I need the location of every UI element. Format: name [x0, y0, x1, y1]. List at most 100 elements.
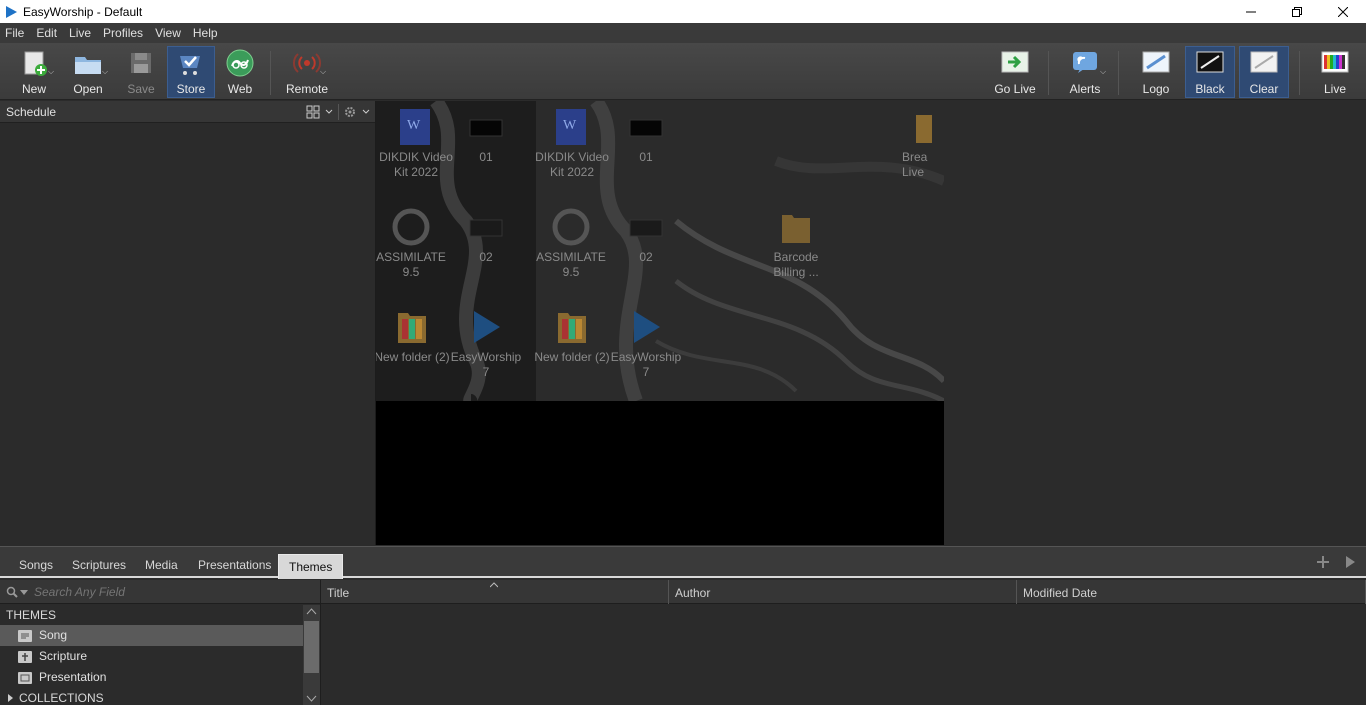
- column-headers: Title Author Modified Date: [321, 580, 1366, 604]
- gear-icon[interactable]: [343, 105, 357, 119]
- schedule-title: Schedule: [6, 104, 57, 119]
- library-tab-bar: Songs Scriptures Media Presentations The…: [0, 546, 1366, 579]
- scroll-up-icon[interactable]: [303, 605, 320, 619]
- folder-icon: [392, 307, 432, 347]
- desktop-capture-image: W DIKDIK Video Kit 2022 01 W DIKDIK Vide…: [376, 101, 944, 401]
- black-file-icon: [466, 107, 506, 147]
- folder-icon: [552, 307, 592, 347]
- clear-button[interactable]: Clear: [1239, 46, 1289, 98]
- new-dropdown-caret-icon[interactable]: ⌵: [48, 67, 54, 77]
- tree-item-presentation[interactable]: Presentation: [0, 667, 303, 688]
- tab-scriptures[interactable]: Scriptures: [72, 556, 126, 578]
- store-label: Store: [176, 82, 206, 96]
- alerts-button[interactable]: ⌵ Alerts: [1060, 47, 1110, 97]
- search-options-caret-icon[interactable]: [20, 588, 28, 596]
- easyworship-icon: [466, 307, 506, 347]
- tab-presentations[interactable]: Presentations: [198, 556, 271, 578]
- library-tree: THEMES Song Scripture Presentation COLLE…: [0, 605, 303, 705]
- open-dropdown-caret-icon[interactable]: ⌵: [102, 67, 108, 77]
- easyworship-icon: [626, 307, 666, 347]
- close-button[interactable]: [1320, 0, 1366, 23]
- restore-icon: [1292, 6, 1302, 17]
- video-kit-icon: W: [552, 107, 592, 147]
- desktop-shortcut: 02: [606, 207, 686, 265]
- tree-item-scripture[interactable]: Scripture: [0, 646, 303, 667]
- black-button[interactable]: Black: [1185, 46, 1235, 98]
- store-button[interactable]: Store: [167, 46, 215, 98]
- tab-media[interactable]: Media: [145, 556, 178, 578]
- go-live-button[interactable]: Go Live: [990, 47, 1040, 97]
- preview-output: W DIKDIK Video Kit 2022 01 W DIKDIK Vide…: [376, 101, 944, 545]
- tree-scrollbar[interactable]: [303, 605, 320, 705]
- new-label: New: [21, 82, 46, 96]
- chevron-down-icon[interactable]: [361, 105, 371, 119]
- remote-label: Remote: [285, 82, 329, 96]
- toolbar-separator: [270, 51, 271, 95]
- scrollbar-thumb[interactable]: [304, 621, 319, 673]
- library-sidebar: THEMES Song Scripture Presentation COLLE…: [0, 580, 321, 705]
- live-button[interactable]: Live: [1312, 47, 1358, 97]
- go-live-label: Go Live: [994, 82, 1036, 96]
- alerts-icon: [1068, 47, 1102, 79]
- restore-button[interactable]: [1274, 0, 1320, 23]
- menu-view[interactable]: View: [149, 23, 187, 43]
- menu-help[interactable]: Help: [187, 23, 224, 43]
- folder-icon: [776, 207, 816, 247]
- desktop-shortcut: 02: [446, 207, 526, 265]
- black-screen-icon: [1193, 47, 1227, 79]
- tree-item-song[interactable]: Song: [0, 625, 303, 646]
- logo-button[interactable]: Logo: [1134, 47, 1178, 97]
- menu-profiles[interactable]: Profiles: [97, 23, 149, 43]
- black-label: Black: [1195, 82, 1225, 96]
- collections-header[interactable]: COLLECTIONS: [0, 688, 303, 705]
- remote-button[interactable]: ⌵ Remote: [282, 47, 332, 97]
- save-button[interactable]: Save: [120, 47, 162, 97]
- column-author[interactable]: Author: [669, 580, 1017, 604]
- song-icon: [18, 629, 32, 642]
- scroll-down-icon[interactable]: [303, 691, 320, 705]
- svg-text:W: W: [563, 118, 577, 133]
- menu-file[interactable]: File: [0, 23, 30, 43]
- tab-songs[interactable]: Songs: [19, 556, 53, 578]
- desktop-shortcut: Barcode Billing ...: [756, 207, 836, 280]
- title-bar: EasyWorship - Default: [0, 0, 1366, 23]
- search-input[interactable]: [34, 584, 294, 599]
- open-label: Open: [73, 82, 103, 96]
- library-panel: THEMES Song Scripture Presentation COLLE…: [0, 580, 1366, 705]
- alerts-dropdown-caret-icon[interactable]: ⌵: [1100, 67, 1106, 77]
- column-modified-date[interactable]: Modified Date: [1017, 580, 1366, 604]
- easyworship-logo-icon: [6, 5, 17, 18]
- add-icon[interactable]: [1316, 555, 1330, 569]
- logo-label: Logo: [1142, 82, 1170, 96]
- remote-dropdown-caret-icon[interactable]: ⌵: [320, 67, 326, 77]
- web-label: Web: [227, 82, 253, 96]
- go-live-icon: [998, 47, 1032, 79]
- expand-arrow-icon[interactable]: [6, 694, 14, 702]
- column-title[interactable]: Title: [321, 580, 669, 604]
- toolbar-separator: [1299, 51, 1300, 95]
- black-file-icon: [626, 207, 666, 247]
- new-button[interactable]: ⌵ New: [10, 47, 58, 97]
- web-button[interactable]: Web: [219, 47, 261, 97]
- desktop-shortcut: EasyWorship 7: [606, 307, 686, 380]
- chevron-down-icon[interactable]: [324, 105, 334, 119]
- sort-ascending-icon: [490, 582, 498, 588]
- grid-view-icon[interactable]: [306, 105, 320, 119]
- menu-edit[interactable]: Edit: [30, 23, 63, 43]
- search-icon[interactable]: [6, 586, 18, 598]
- open-button[interactable]: ⌵ Open: [64, 47, 112, 97]
- desktop-shortcut: Brea Live: [902, 107, 944, 180]
- desktop-shortcut: ASSIMILATE 9.5: [376, 207, 451, 280]
- toolbar-separator: [1118, 51, 1119, 95]
- play-icon[interactable]: [1344, 555, 1356, 569]
- tab-themes[interactable]: Themes: [278, 554, 344, 579]
- live-color-bars-icon: [1318, 47, 1352, 79]
- menu-live[interactable]: Live: [63, 23, 97, 43]
- open-folder-icon: [71, 47, 105, 79]
- clear-screen-icon: [1247, 47, 1281, 79]
- minimize-button[interactable]: [1228, 0, 1274, 23]
- schedule-header: Schedule: [0, 101, 375, 123]
- desktop-shortcut: W DIKDIK Video Kit 2022: [376, 107, 456, 180]
- window-title: EasyWorship - Default: [23, 4, 143, 19]
- tree-item-label: Scripture: [39, 649, 88, 663]
